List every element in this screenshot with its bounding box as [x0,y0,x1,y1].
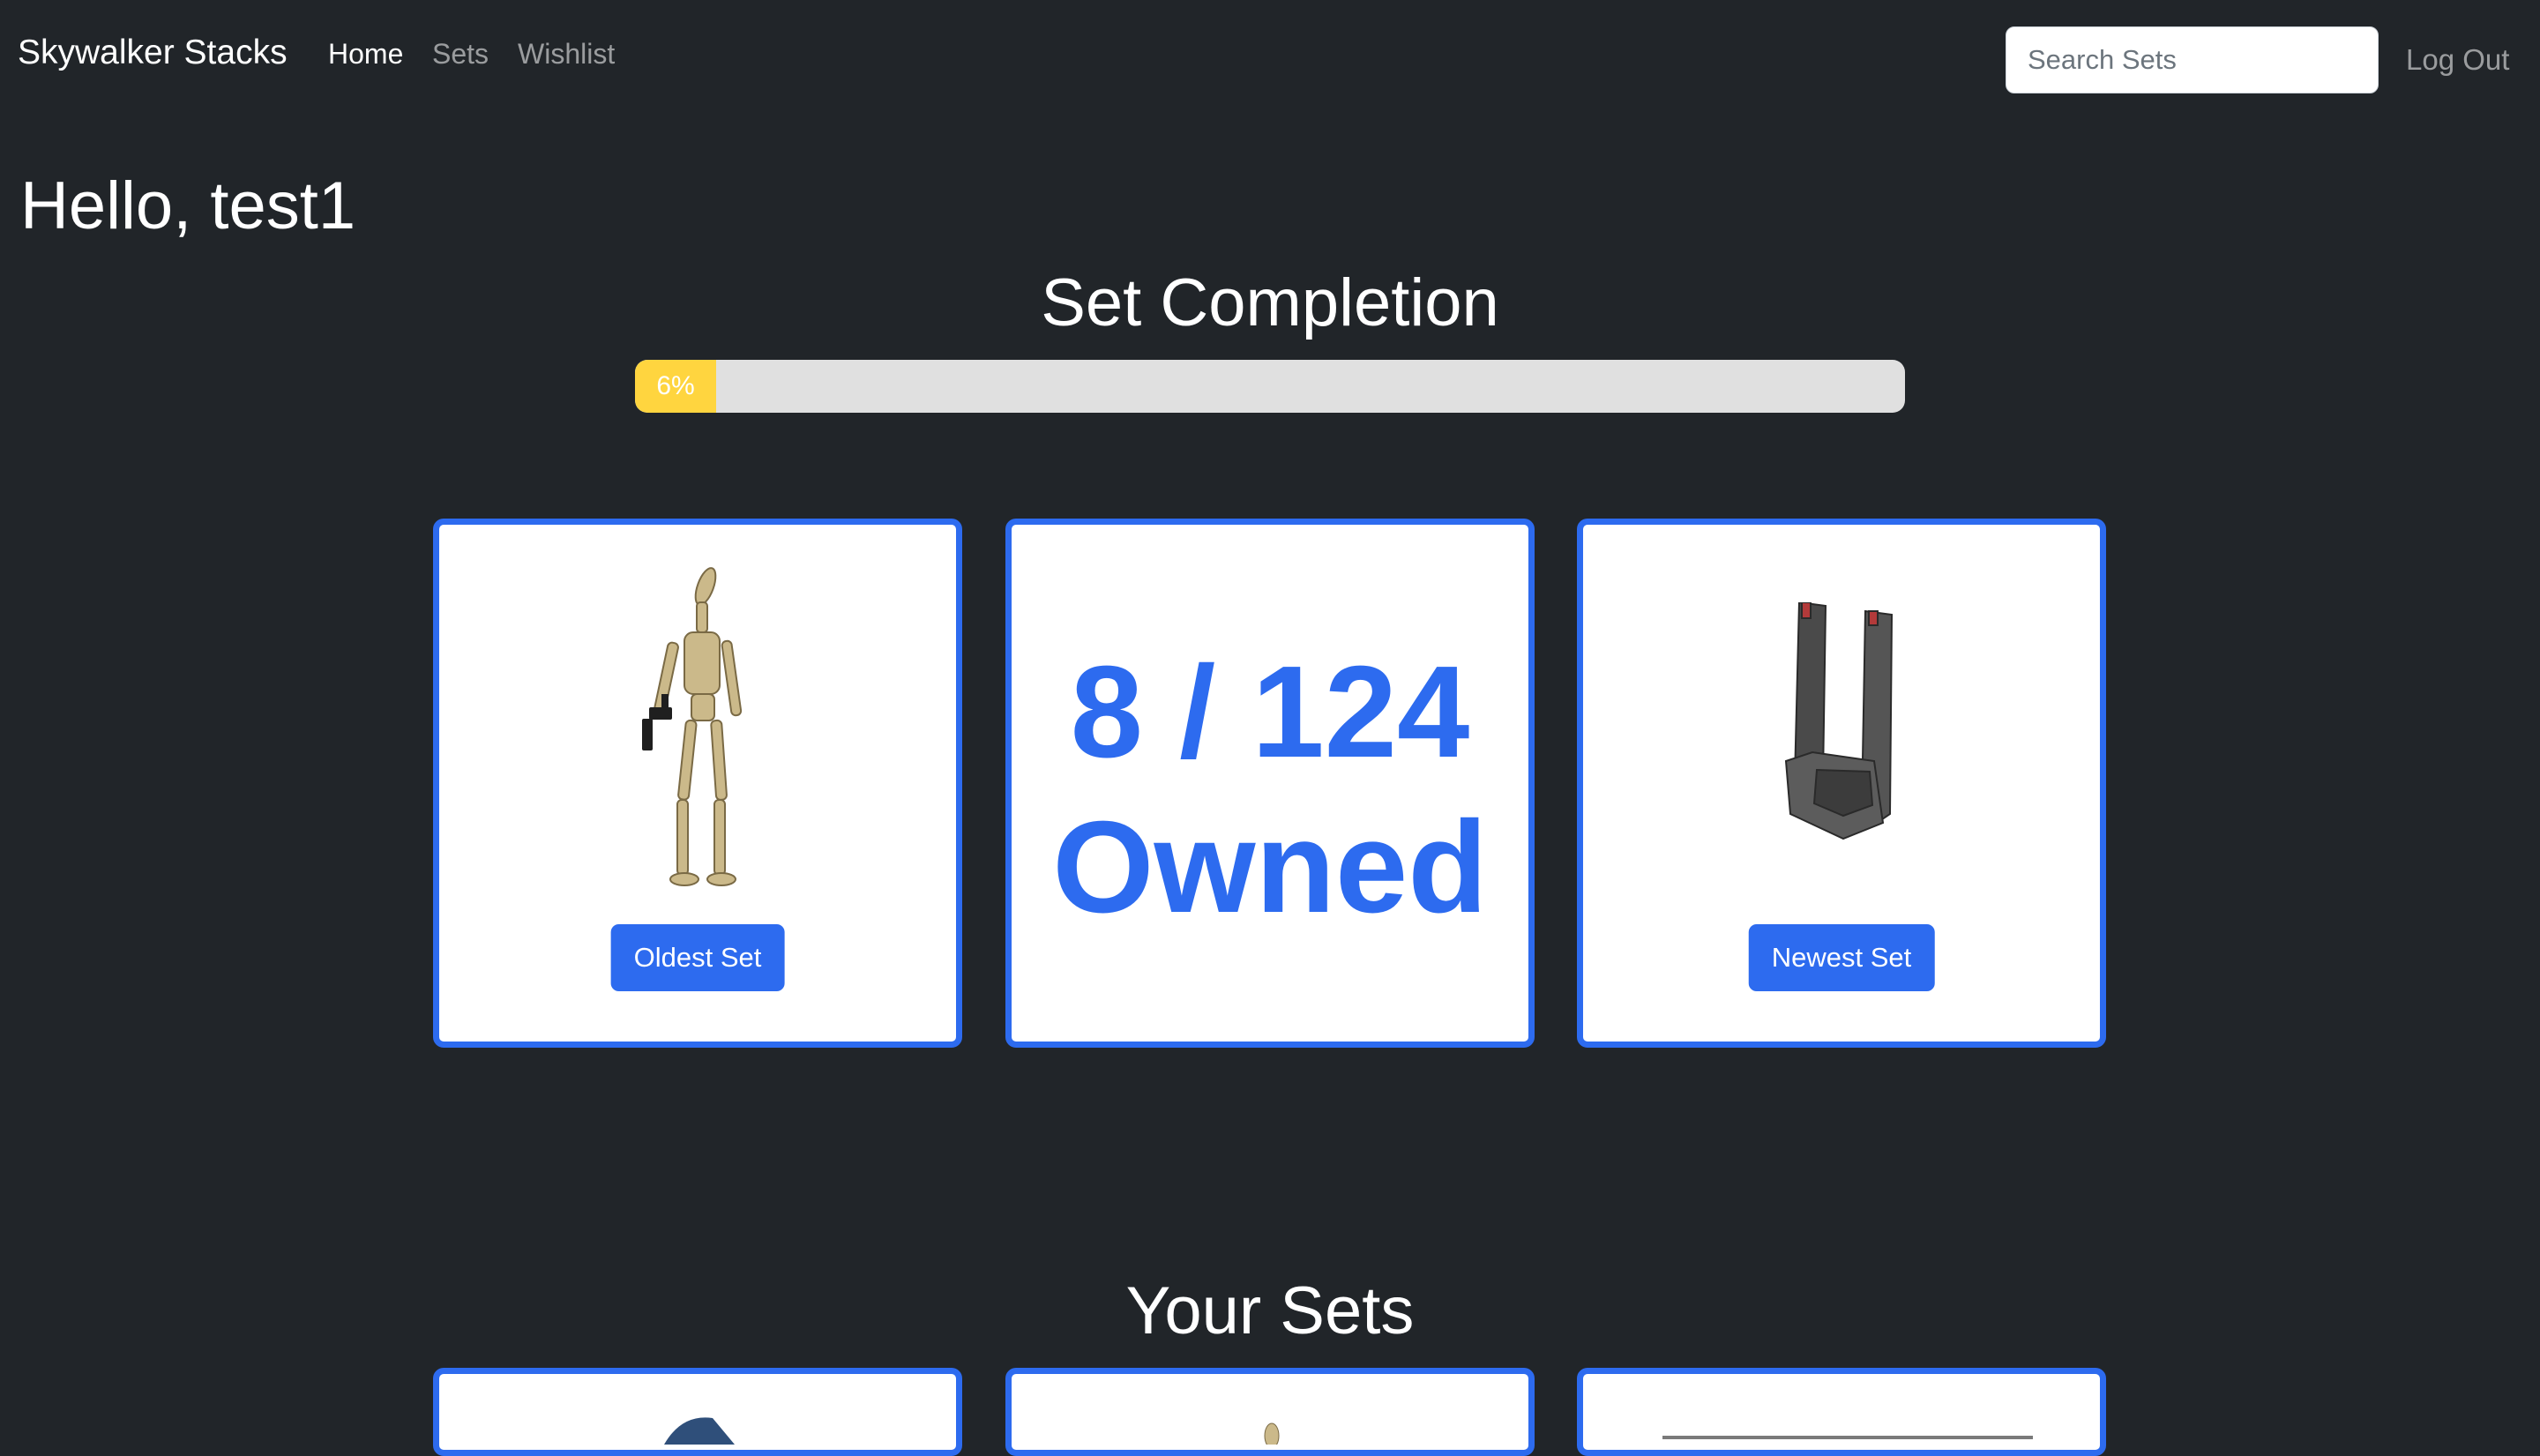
nav-link-sets[interactable]: Sets [432,38,489,71]
nav-link-wishlist[interactable]: Wishlist [518,38,615,71]
set-card[interactable] [1005,1368,1535,1456]
oldest-set-card: Oldest Set [433,519,962,1048]
owned-count-value: 8 / 124 [1070,639,1470,785]
nav-link-home[interactable]: Home [328,38,403,71]
logout-link[interactable]: Log Out [2406,43,2509,77]
set-card[interactable] [1577,1368,2106,1456]
set-completion-title: Set Completion [1041,265,1499,340]
top-navbar: Skywalker Stacks Home Sets Wishlist Log … [0,0,2540,115]
owned-count-card: 8 / 124 Owned [1005,519,1535,1048]
your-sets-title: Your Sets [1125,1273,1415,1348]
set-card[interactable] [433,1368,962,1456]
owned-count: 8 / 124 Owned [1012,635,1528,945]
brand-link[interactable]: Skywalker Stacks [18,34,288,72]
set-thumbnail-icon [1662,1436,2033,1439]
greeting-heading: Hello, test1 [20,168,356,243]
newest-set-button[interactable]: Newest Set [1748,924,1935,991]
set-thumbnail-icon [664,1417,735,1445]
battle-droid-figure-icon [642,567,743,886]
set-thumbnail-icon [1264,1422,1280,1445]
newest-set-card: Newest Set [1577,519,2106,1048]
completion-progress: 6% [635,360,1905,413]
owned-count-label: Owned [1052,795,1488,940]
oldest-set-button[interactable]: Oldest Set [610,924,785,991]
search-input[interactable] [2006,26,2379,93]
command-shuttle-model-icon [1784,602,1894,840]
completion-progress-fill: 6% [635,360,716,413]
